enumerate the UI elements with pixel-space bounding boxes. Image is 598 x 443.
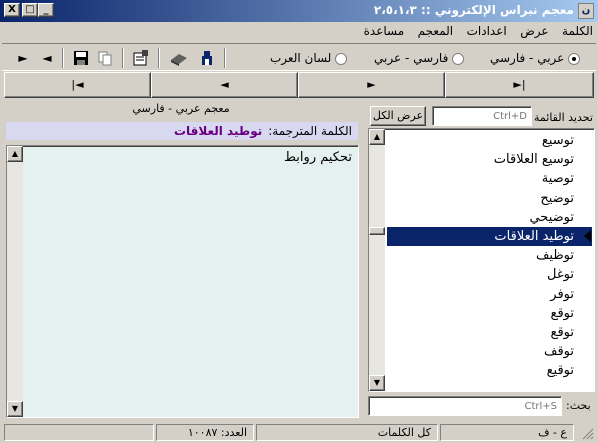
scroll-up-icon[interactable]: ▲: [369, 129, 385, 145]
properties-icon[interactable]: [130, 48, 152, 68]
meaning-scrollbar[interactable]: ▲ ▼: [7, 146, 23, 417]
toolbar-separator: [158, 48, 160, 68]
menu-view[interactable]: عرض: [515, 22, 553, 40]
close-button[interactable]: X: [4, 3, 20, 17]
list-item[interactable]: توقف: [387, 342, 592, 361]
menu-dictionary[interactable]: المعجم: [413, 22, 458, 40]
status-count: العدد: ١٠٠٨٧: [156, 424, 254, 441]
list-item[interactable]: توقع: [387, 304, 592, 323]
translated-word-label: الكلمة المترجمة:: [268, 124, 352, 138]
meaning-textarea[interactable]: تحكيم روابط ▲ ▼: [6, 145, 359, 418]
list-item[interactable]: توغل: [387, 265, 592, 284]
scroll-up-icon[interactable]: ▲: [7, 146, 23, 162]
maximize-button[interactable]: □: [22, 3, 38, 17]
filter-label: تحديد القائمة: [534, 111, 593, 124]
title-bar: ن معجم نبراس الإلكتروني :: ٢،٥،١،٣ X □ _: [0, 0, 598, 22]
show-all-button[interactable]: عرض الكل: [370, 106, 426, 126]
radio-lisan-alarab[interactable]: لسان العرب: [270, 51, 348, 65]
status-language: ع - ف: [440, 424, 574, 441]
window-title: معجم نبراس الإلكتروني :: ٢،٥،١،٣: [373, 3, 574, 17]
resize-grip-icon[interactable]: [580, 426, 594, 440]
list-item[interactable]: توسيع العلاقات: [387, 150, 592, 169]
first-record-button[interactable]: |◄: [4, 72, 151, 98]
translated-word-row: الكلمة المترجمة: توطيد العلاقات: [6, 122, 358, 140]
prev-record-button[interactable]: ◄: [151, 72, 298, 98]
radio-persian-arabic[interactable]: فارسي - عربي: [374, 51, 465, 65]
radio-lisan-alarab-dot[interactable]: [335, 52, 348, 65]
dictionary-name: معجم عربي - فارسي: [132, 102, 230, 115]
list-item[interactable]: توفر: [387, 285, 592, 304]
scroll-thumb[interactable]: [369, 227, 385, 235]
filter-input[interactable]: [432, 106, 532, 126]
radio-persian-arabic-label: فارسي - عربي: [374, 51, 449, 65]
word-list[interactable]: ▲ ▼ توسيع توسيع العلاقات توصية توضيح توضيحي ت…: [368, 128, 595, 392]
list-item[interactable]: توظيف: [387, 246, 592, 265]
minimize-button[interactable]: _: [38, 3, 54, 17]
list-item[interactable]: توطيد العلاقات: [387, 227, 592, 246]
app-icon[interactable]: ن: [578, 3, 594, 19]
word-list-scrollbar[interactable]: ▲ ▼: [369, 129, 385, 391]
translated-word: توطيد العلاقات: [173, 124, 263, 138]
list-item[interactable]: توضيحي: [387, 208, 592, 227]
meaning-text: تحكيم روابط: [283, 150, 352, 165]
radio-arabic-persian[interactable]: عربي - فارسي: [490, 51, 581, 65]
list-item[interactable]: توسيع: [387, 131, 592, 150]
next-record-button[interactable]: ►: [298, 72, 445, 98]
search-input[interactable]: [368, 396, 562, 416]
copy-icon[interactable]: [94, 48, 116, 68]
save-icon[interactable]: [70, 48, 92, 68]
toolbar-separator: [122, 48, 124, 68]
scroll-down-icon[interactable]: ▼: [7, 401, 23, 417]
list-item[interactable]: توضيح: [387, 189, 592, 208]
menu-bar: الكلمة عرض اعدادات المعجم مساعدة: [0, 22, 598, 41]
toolbar-separator: [62, 48, 64, 68]
last-record-button[interactable]: ►|: [445, 72, 594, 98]
toolbar: ► ◄ لسان العرب فارسي - عربي عربي - فارسي: [2, 43, 596, 71]
play-left-icon[interactable]: ◄: [36, 48, 58, 68]
play-right-icon[interactable]: ►: [12, 48, 34, 68]
toolbar-separator: [224, 48, 226, 68]
list-item[interactable]: توصية: [387, 169, 592, 188]
search-label: بحث:: [566, 399, 591, 412]
menu-help[interactable]: مساعدة: [359, 22, 410, 40]
book-icon[interactable]: [168, 48, 190, 68]
status-mode: كل الكلمات: [256, 424, 438, 441]
radio-persian-arabic-dot[interactable]: [452, 52, 465, 65]
status-empty: [4, 424, 154, 441]
menu-word[interactable]: الكلمة: [557, 22, 598, 40]
list-item[interactable]: توقع: [387, 323, 592, 342]
radio-arabic-persian-label: عربي - فارسي: [490, 51, 565, 65]
user-icon[interactable]: [196, 48, 218, 68]
scroll-down-icon[interactable]: ▼: [369, 375, 385, 391]
radio-arabic-persian-dot[interactable]: [568, 52, 581, 65]
selected-row-arrow-icon: [584, 230, 591, 242]
list-item[interactable]: توقيع: [387, 361, 592, 380]
radio-lisan-alarab-label: لسان العرب: [270, 51, 332, 65]
menu-settings[interactable]: اعدادات: [462, 22, 512, 40]
